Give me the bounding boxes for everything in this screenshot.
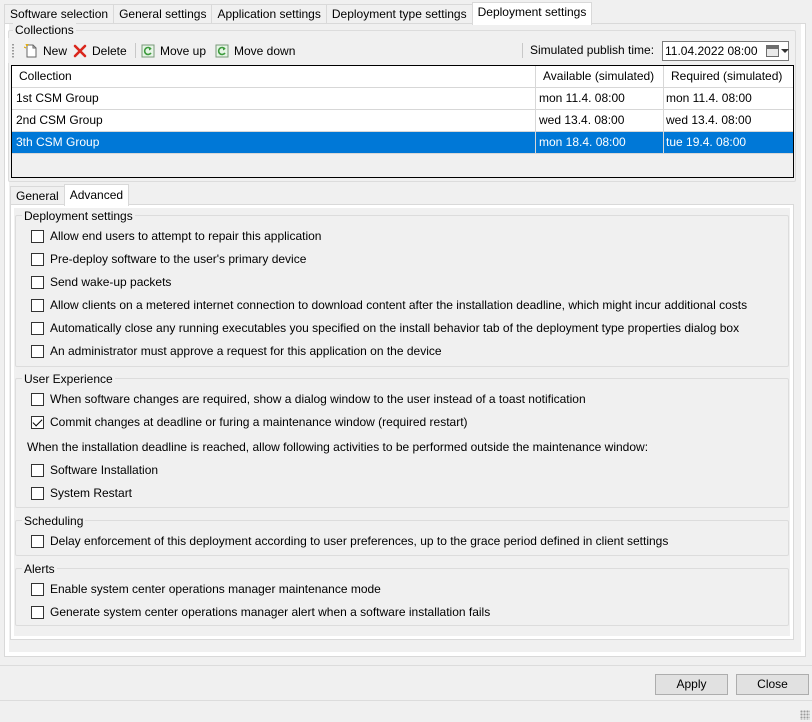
publish-time-value: 11.04.2022 08:00 [665,44,758,58]
cell-collection: 2nd CSM Group [16,113,103,127]
move-up-button[interactable]: Move up [141,41,206,60]
scom-alert-checkbox[interactable] [31,605,44,619]
repair-option[interactable]: Allow end users to attempt to repair thi… [31,228,321,244]
cell-required: wed 13.4. 08:00 [663,110,793,132]
table-row[interactable]: 1st CSM Group mon 11.4. 08:00 mon 11.4. … [12,88,793,110]
repair-checkbox[interactable] [31,229,44,243]
delay-enforcement-label: Delay enforcement of this deployment acc… [50,534,669,548]
metered-label: Allow clients on a metered internet conn… [50,298,748,312]
tab-application-settings[interactable]: Application settings [211,4,327,24]
software-installation-checkbox[interactable] [31,463,44,477]
column-header-collection[interactable]: Collection [12,66,535,88]
cell-required: mon 11.4. 08:00 [663,88,793,110]
column-header-available[interactable]: Available (simulated) [535,66,663,88]
software-installation-option[interactable]: Software Installation [31,462,158,478]
maintenance-mode-checkbox[interactable] [31,582,44,596]
chevron-down-icon[interactable] [781,49,789,53]
delete-icon [73,44,87,58]
close-button[interactable]: Close [736,674,809,695]
metered-option[interactable]: Allow clients on a metered internet conn… [31,297,747,313]
scheduling-title: Scheduling [22,514,86,528]
dialog-window-option[interactable]: When software changes are required, show… [31,391,586,407]
dialog-window-checkbox[interactable] [31,392,44,406]
system-restart-label: System Restart [50,486,133,500]
auto-close-checkbox[interactable] [31,321,44,335]
tab-software-selection[interactable]: Software selection [4,4,115,24]
toolbar-grip[interactable] [12,44,14,58]
table-row[interactable]: 2nd CSM Group wed 13.4. 08:00 wed 13.4. … [12,110,793,132]
delay-enforcement-option[interactable]: Delay enforcement of this deployment acc… [31,533,668,549]
move-up-label: Move up [160,43,207,58]
grid-header: Collection Available (simulated) Require… [12,66,793,88]
toolbar-separator [135,43,136,58]
commit-changes-checkbox[interactable] [31,415,44,429]
maintenance-mode-label: Enable system center operations manager … [50,582,381,596]
cell-collection: 1st CSM Group [16,91,99,105]
metered-checkbox[interactable] [31,298,44,312]
admin-approve-checkbox[interactable] [31,344,44,358]
cell-available: mon 18.4. 08:00 [535,132,663,154]
repair-label: Allow end users to attempt to repair thi… [50,229,322,243]
auto-close-label: Automatically close any running executab… [50,321,740,335]
system-restart-checkbox[interactable] [31,486,44,500]
resize-grip[interactable] [800,710,810,720]
delete-label: Delete [92,43,127,58]
toolbar-separator [522,43,523,58]
new-document-icon [23,43,38,58]
alerts-title: Alerts [22,562,57,576]
software-installation-label: Software Installation [50,463,159,477]
tab-deployment-type-settings[interactable]: Deployment type settings [325,4,473,24]
auto-close-option[interactable]: Automatically close any running executab… [31,320,739,336]
maintenance-mode-option[interactable]: Enable system center operations manager … [31,581,381,597]
table-row-selected[interactable]: 3th CSM Group mon 18.4. 08:00 tue 19.4. … [12,132,793,154]
tab-general[interactable]: General [10,186,65,205]
new-label: New [43,43,68,58]
move-down-button[interactable]: Move down [215,41,295,60]
wake-up-label: Send wake-up packets [50,275,172,289]
delay-enforcement-checkbox[interactable] [31,534,44,548]
cell-available: wed 13.4. 08:00 [535,110,663,132]
scom-alert-option[interactable]: Generate system center operations manage… [31,604,490,620]
scom-alert-label: Generate system center operations manage… [50,605,491,619]
footer-divider [0,665,812,666]
tab-general-settings[interactable]: General settings [113,4,213,24]
wake-up-checkbox[interactable] [31,275,44,289]
admin-approve-label: An administrator must approve a request … [50,344,442,358]
cell-required: tue 19.4. 08:00 [663,132,793,154]
cell-available: mon 11.4. 08:00 [535,88,663,110]
inner-tab-strip: General Advanced [10,183,130,206]
maintenance-window-note: When the installation deadline is reache… [27,440,649,454]
column-header-required[interactable]: Required (simulated) [663,66,793,88]
apply-button[interactable]: Apply [655,674,728,695]
publish-time-picker[interactable]: 11.04.2022 08:00 [662,41,789,61]
collections-grid[interactable]: Collection Available (simulated) Require… [11,65,794,178]
top-tab-strip: Software selection General settings Appl… [4,2,593,25]
predeploy-checkbox[interactable] [31,252,44,266]
status-bar-divider [0,700,812,701]
new-button[interactable]: New [23,41,68,60]
publish-time-label: Simulated publish time: [530,43,655,57]
tab-deployment-settings[interactable]: Deployment settings [471,2,593,25]
move-up-icon [141,44,155,58]
predeploy-option[interactable]: Pre-deploy software to the user's primar… [31,251,306,267]
commit-changes-option[interactable]: Commit changes at deadline or furing a m… [31,414,468,430]
move-down-label: Move down [234,43,296,58]
predeploy-label: Pre-deploy software to the user's primar… [50,252,307,266]
move-down-icon [215,44,229,58]
dialog-window-label: When software changes are required, show… [50,392,586,406]
tab-advanced[interactable]: Advanced [63,184,130,206]
admin-approve-option[interactable]: An administrator must approve a request … [31,343,442,359]
commit-changes-label: Commit changes at deadline or furing a m… [50,415,468,429]
user-experience-title: User Experience [22,372,115,386]
cell-collection: 3th CSM Group [16,135,100,149]
calendar-icon[interactable] [766,45,779,57]
deployment-settings-title: Deployment settings [22,209,135,223]
collections-title: Collections [13,23,76,37]
system-restart-option[interactable]: System Restart [31,485,132,501]
delete-button[interactable]: Delete [73,41,127,60]
wake-up-option[interactable]: Send wake-up packets [31,274,171,290]
